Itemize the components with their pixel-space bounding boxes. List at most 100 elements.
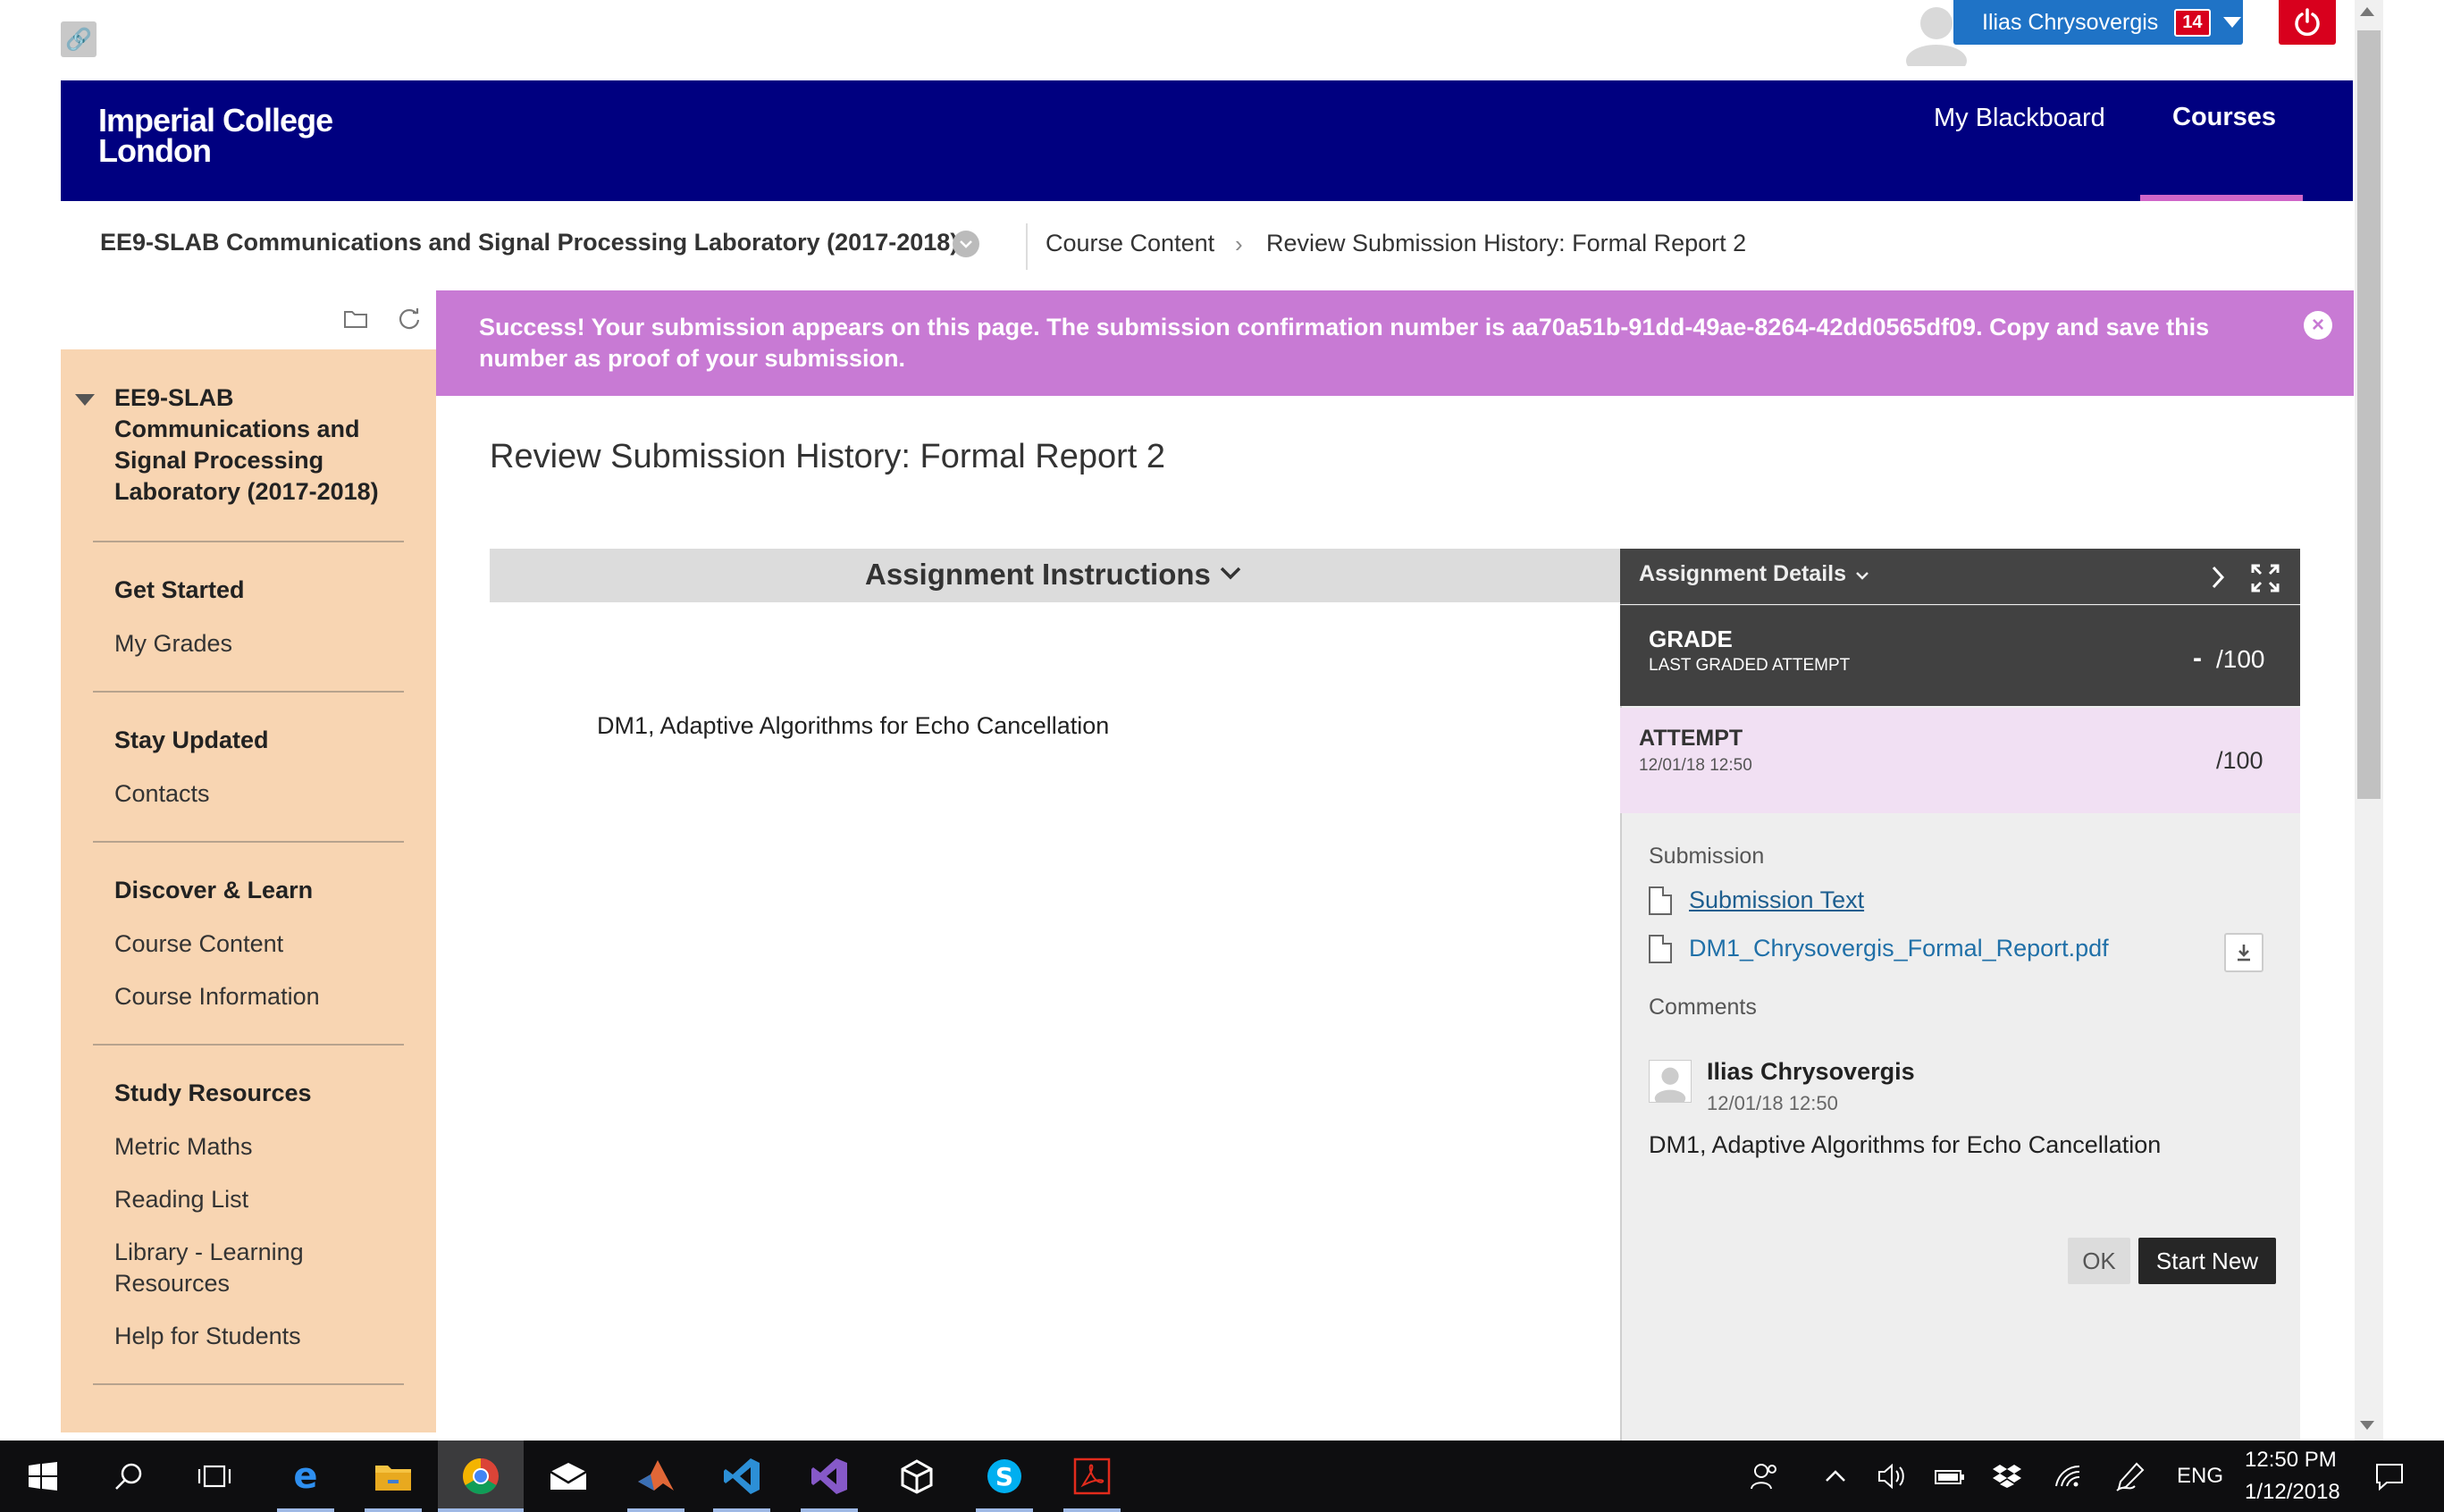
language-indicator[interactable]: ENG [2177, 1464, 2223, 1489]
matlab-icon[interactable] [629, 1449, 683, 1503]
chevron-right-icon[interactable] [2205, 563, 2230, 592]
active-nav-indicator [2140, 195, 2303, 201]
sidebar-item-my-grades[interactable]: My Grades [114, 628, 232, 659]
chevron-down-icon [2222, 17, 2241, 28]
people-icon[interactable] [1737, 1449, 1791, 1503]
start-new-button[interactable]: Start New [2138, 1238, 2276, 1284]
wifi-icon[interactable] [2041, 1449, 2095, 1503]
running-indicator [365, 1508, 422, 1512]
success-message: Success! Your submission appears on this… [479, 314, 2210, 372]
unity-icon[interactable] [890, 1449, 944, 1503]
task-view-icon[interactable] [188, 1449, 241, 1503]
document-icon [1649, 935, 1672, 963]
instructions-text: DM1, Adaptive Algorithms for Echo Cancel… [597, 712, 1110, 739]
grade-value: /100 [2216, 645, 2265, 673]
clock-date[interactable]: 1/12/2018 [2245, 1480, 2340, 1505]
collapse-caret-icon[interactable] [75, 394, 95, 406]
expand-icon[interactable] [2250, 563, 2280, 593]
notifications-icon[interactable] [2363, 1449, 2416, 1503]
imperial-logo[interactable]: Imperial College London [98, 102, 333, 169]
sidebar-heading-study-resources: Study Resources [114, 1079, 312, 1106]
sidebar-item-metric-maths[interactable]: Metric Maths [114, 1131, 253, 1163]
sidebar-course-title[interactable]: EE9-SLAB Communications and Signal Proce… [114, 382, 409, 508]
power-icon [2295, 8, 2320, 37]
start-icon[interactable] [16, 1449, 70, 1503]
breadcrumb-current: Review Submission History: Formal Report… [1266, 230, 1747, 256]
sidebar-divider [93, 1044, 404, 1046]
svg-text:S: S [995, 1462, 1013, 1491]
running-indicator [976, 1508, 1033, 1512]
sidebar-divider [93, 691, 404, 693]
sidebar-item-help-for-students[interactable]: Help for Students [114, 1321, 301, 1352]
running-indicator [713, 1508, 770, 1512]
running-indicator [1063, 1508, 1121, 1512]
sidebar-heading-discover-learn: Discover & Learn [114, 877, 314, 903]
comments-label: Comments [1649, 995, 1757, 1020]
page-title: Review Submission History: Formal Report… [490, 438, 1166, 475]
link-icon[interactable]: 🔗 [61, 21, 97, 57]
scroll-up-icon[interactable] [2360, 7, 2374, 16]
sidebar-item-course-content[interactable]: Course Content [114, 928, 283, 960]
mail-icon[interactable] [542, 1449, 595, 1503]
nav-my-blackboard[interactable]: My Blackboard [1934, 104, 2105, 133]
submission-file-link[interactable]: DM1_Chrysovergis_Formal_Report.pdf [1689, 935, 2109, 962]
volume-icon[interactable] [1866, 1449, 1919, 1503]
sidebar-item-course-information[interactable]: Course Information [114, 981, 320, 1012]
grade-sublabel: LAST GRADED ATTEMPT [1649, 656, 1851, 675]
running-indicator [627, 1508, 684, 1512]
attempt-value: /100 [2216, 747, 2263, 774]
refresh-icon[interactable] [395, 304, 424, 332]
visual-studio-icon[interactable] [802, 1449, 856, 1503]
download-button[interactable] [2224, 933, 2263, 972]
acrobat-icon[interactable] [1065, 1449, 1119, 1503]
edge-icon[interactable]: e [279, 1449, 332, 1503]
attempt-label: ATTEMPT [1639, 726, 1743, 751]
grade-label: GRADE [1649, 626, 1733, 652]
logout-button[interactable] [2279, 0, 2336, 45]
skype-icon[interactable]: S [978, 1449, 1031, 1503]
file-explorer-icon[interactable] [366, 1449, 420, 1503]
chevron-up-icon[interactable] [1809, 1449, 1862, 1503]
chevron-down-icon[interactable] [1219, 565, 1242, 581]
pen-icon[interactable] [2104, 1449, 2157, 1503]
notification-badge: 14 [2174, 8, 2211, 37]
course-menu-chevron-icon[interactable] [953, 231, 979, 257]
sidebar-divider [93, 841, 404, 843]
sidebar-item-library[interactable]: Library - Learning Resources [114, 1237, 347, 1299]
instructions-label[interactable]: Assignment Instructions [865, 558, 1211, 592]
dropbox-icon[interactable] [1980, 1449, 2034, 1503]
comment-avatar [1649, 1060, 1692, 1103]
search-icon[interactable] [102, 1449, 155, 1503]
close-icon[interactable]: × [2304, 311, 2332, 340]
breadcrumb-course[interactable]: EE9-SLAB Communications and Signal Proce… [100, 229, 958, 256]
sidebar-item-reading-list[interactable]: Reading List [114, 1184, 248, 1215]
vscode-icon[interactable] [715, 1449, 768, 1503]
download-icon [2238, 945, 2250, 962]
comment-date: 12/01/18 12:50 [1707, 1092, 1838, 1114]
clock-time[interactable]: 12:50 PM [2245, 1448, 2337, 1473]
submission-text-link[interactable]: Submission Text [1689, 886, 1864, 914]
breadcrumb-course-content[interactable]: Course Content [1046, 230, 1214, 257]
document-icon [1649, 886, 1672, 915]
sidebar-heading-stay-updated: Stay Updated [114, 727, 269, 753]
chevron-down-icon[interactable] [1855, 570, 1869, 581]
user-menu-button[interactable]: Ilias Chrysovergis 14 [1953, 0, 2243, 45]
grade-dash: - [2193, 643, 2202, 673]
sidebar-toolbar [61, 290, 436, 349]
assignment-details-label[interactable]: Assignment Details [1639, 561, 1846, 587]
logo-line-1: Imperial College [98, 102, 333, 139]
ok-button[interactable]: OK [2068, 1238, 2130, 1284]
folder-icon[interactable] [341, 304, 370, 332]
chrome-icon[interactable] [454, 1449, 508, 1503]
sidebar-item-contacts[interactable]: Contacts [114, 778, 210, 810]
sidebar-heading-get-started: Get Started [114, 576, 245, 603]
battery-icon[interactable] [1923, 1449, 1977, 1503]
breadcrumb-divider [1026, 223, 1028, 270]
nav-courses[interactable]: Courses [2172, 103, 2276, 132]
scrollbar-thumb[interactable] [2357, 30, 2381, 799]
logo-line-2: London [98, 132, 212, 169]
comment-text: DM1, Adaptive Algorithms for Echo Cancel… [1649, 1131, 2162, 1158]
scroll-down-icon[interactable] [2360, 1421, 2374, 1430]
submission-label: Submission [1649, 844, 1765, 869]
attempt-date: 12/01/18 12:50 [1639, 756, 1752, 775]
